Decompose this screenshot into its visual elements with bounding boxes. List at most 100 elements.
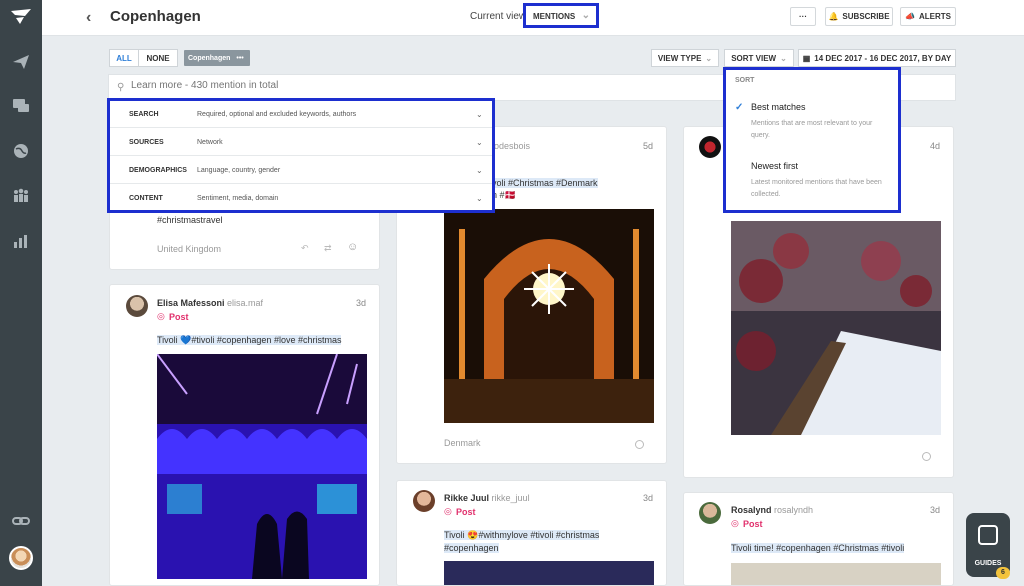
sort-menu-header: SORT xyxy=(735,77,755,84)
filter-key: SEARCH xyxy=(129,110,159,118)
filter-row-content[interactable]: CONTENT Sentiment, media, domain ⌄ xyxy=(110,185,492,212)
chevron-down-icon: ⌄ xyxy=(780,53,787,63)
sort-option-desc: Latest monitored mentions that have been… xyxy=(751,179,882,198)
reply-icon[interactable]: ↶ xyxy=(301,243,309,254)
send-icon[interactable] xyxy=(11,52,31,72)
sentiment-neutral-icon[interactable]: ☺ xyxy=(347,241,358,253)
card-text-line2: #copenhagen xyxy=(444,543,499,553)
checkmark-icon: ✓ xyxy=(735,102,744,113)
author-avatar[interactable] xyxy=(413,490,435,512)
filter-row-demographics[interactable]: DEMOGRAPHICS Language, country, gender ⌄ xyxy=(110,157,492,184)
chevron-down-icon: ⌄ xyxy=(705,53,713,63)
back-chevron-icon[interactable]: ‹ xyxy=(86,9,91,27)
sort-option-best-matches[interactable]: Best matches xyxy=(751,102,806,112)
filter-key: SOURCES xyxy=(129,138,164,146)
date-range-label: 14 DEC 2017 - 16 DEC 2017, BY DAY xyxy=(814,53,952,63)
filter-none-button[interactable]: NONE xyxy=(138,49,178,67)
card-location: United Kingdom xyxy=(157,244,222,254)
chip-label: Copenhagen xyxy=(188,54,231,62)
alerts-button[interactable]: 📣 ALERTS xyxy=(900,7,956,26)
guides-button[interactable]: GUIDES 6 xyxy=(966,513,1010,579)
post-image-partial[interactable] xyxy=(444,561,654,585)
chevron-down-icon: ⌄ xyxy=(476,137,483,147)
post-type: Post xyxy=(743,519,763,529)
post-image-snowy-garden[interactable] xyxy=(731,221,941,435)
all-label: ALL xyxy=(116,53,132,63)
chevron-down-icon: ⌄ xyxy=(581,10,590,21)
post-age: 5d xyxy=(643,141,654,151)
filter-row-sources[interactable]: SOURCES Network ⌄ xyxy=(110,129,492,156)
select-radio[interactable] xyxy=(922,452,931,461)
chat-bubble-icon xyxy=(978,525,998,545)
filter-value: Language, country, gender xyxy=(197,166,281,174)
post-image-partial[interactable] xyxy=(731,563,941,585)
filter-row-search[interactable]: SEARCH Required, optional and excluded k… xyxy=(110,101,492,128)
bar-chart-icon[interactable] xyxy=(11,231,31,251)
filter-panel: SEARCH Required, optional and excluded k… xyxy=(107,98,495,213)
sort-option-newest-first[interactable]: Newest first xyxy=(751,161,798,171)
query-chip[interactable]: Copenhagen ••• xyxy=(184,50,250,66)
author-avatar[interactable] xyxy=(699,136,721,158)
select-radio[interactable] xyxy=(635,440,644,449)
subscribe-label: SUBSCRIBE xyxy=(842,12,890,21)
sort-view-button[interactable]: SORT VIEW ⌄ xyxy=(724,49,794,67)
date-range-button[interactable]: ▦ 14 DEC 2017 - 16 DEC 2017, BY DAY xyxy=(798,49,956,67)
retweet-icon[interactable]: ⇄ xyxy=(324,243,332,254)
author-name[interactable]: Elisa Mafessoni elisa.maf xyxy=(157,298,263,308)
more-options-button[interactable]: ··· xyxy=(790,7,816,26)
post-image-tivoli-gate[interactable] xyxy=(444,209,654,423)
card-location: Denmark xyxy=(444,438,481,448)
chevron-down-icon: ⌄ xyxy=(476,165,483,175)
people-icon[interactable] xyxy=(11,185,31,205)
chevron-down-icon: ⌄ xyxy=(476,194,483,203)
card-text: Tivoli 💙#tivoli #copenhagen #love #chris… xyxy=(157,335,342,345)
card-text-line1: voli #Christmas #Denmark xyxy=(492,178,598,188)
link-icon[interactable] xyxy=(11,511,31,531)
instagram-icon: ◎ xyxy=(444,506,452,516)
megaphone-icon: 📣 xyxy=(905,12,915,21)
none-label: NONE xyxy=(146,53,170,63)
sort-menu: SORT ✓ Best matches Mentions that are mo… xyxy=(723,67,901,213)
chat-icon[interactable] xyxy=(11,96,31,116)
subscribe-button[interactable]: 🔔 SUBSCRIBE xyxy=(825,7,893,26)
author-avatar[interactable] xyxy=(126,295,148,317)
search-icon: ⚲ xyxy=(117,82,125,93)
post-age: 3d xyxy=(356,298,367,308)
view-type-label: VIEW TYPE xyxy=(657,53,702,63)
author-name[interactable]: Rikke Juul rikke_juul xyxy=(444,493,530,503)
user-avatar[interactable] xyxy=(9,546,33,570)
view-select-value: MENTIONS xyxy=(533,12,576,21)
instagram-icon: ◎ xyxy=(731,518,739,528)
card-text-line1: Tivoli 😍#withmylove #tivoli #christmas xyxy=(444,530,600,540)
chip-more-icon[interactable]: ••• xyxy=(236,55,243,62)
search-input[interactable] xyxy=(131,80,431,91)
mention-card-rikke[interactable]: Rikke Juul rikke_juul 3d ◎ Post Tivoli 😍… xyxy=(396,480,667,586)
author-avatar[interactable] xyxy=(699,502,721,524)
guides-label: GUIDES xyxy=(974,560,1002,567)
author-handle-partial[interactable]: lodesbois xyxy=(492,141,530,151)
brand-logo-icon[interactable] xyxy=(10,8,32,26)
view-select-dropdown[interactable]: MENTIONS ⌄ xyxy=(523,3,599,28)
chevron-down-icon: ⌄ xyxy=(476,109,483,119)
sort-option-desc: Mentions that are most relevant to your … xyxy=(751,120,873,139)
card-text: Tivoli time! #copenhagen #Christmas #tiv… xyxy=(731,543,905,553)
top-header: ‹ Copenhagen Current view MENTIONS ⌄ ···… xyxy=(42,0,1024,36)
author-name[interactable]: Rosalynd rosalyndh xyxy=(731,505,813,515)
filter-all-button[interactable]: ALL xyxy=(109,49,139,67)
post-image-blue-lights[interactable] xyxy=(157,354,367,579)
mention-card-elisa[interactable]: Elisa Mafessoni elisa.maf 3d ◎ Post Tivo… xyxy=(109,284,380,586)
sort-view-label: SORT VIEW xyxy=(731,53,777,63)
mention-card-rosalynd[interactable]: Rosalynd rosalyndh 3d ◎ Post Tivoli time… xyxy=(683,492,954,586)
post-age: 3d xyxy=(930,505,941,515)
page-title: Copenhagen xyxy=(110,8,201,25)
card-text-line2: n #🇩🇰 xyxy=(492,190,516,200)
post-age: 3d xyxy=(643,493,654,503)
globe-icon[interactable] xyxy=(11,141,31,161)
bell-icon: 🔔 xyxy=(828,12,839,21)
filter-key: CONTENT xyxy=(129,195,163,202)
calendar-icon: ▦ xyxy=(802,53,811,63)
post-type: Post xyxy=(456,507,476,517)
alerts-label: ALERTS xyxy=(918,12,951,21)
current-view-label: Current view xyxy=(470,11,527,22)
view-type-button[interactable]: VIEW TYPE ⌄ xyxy=(651,49,719,67)
